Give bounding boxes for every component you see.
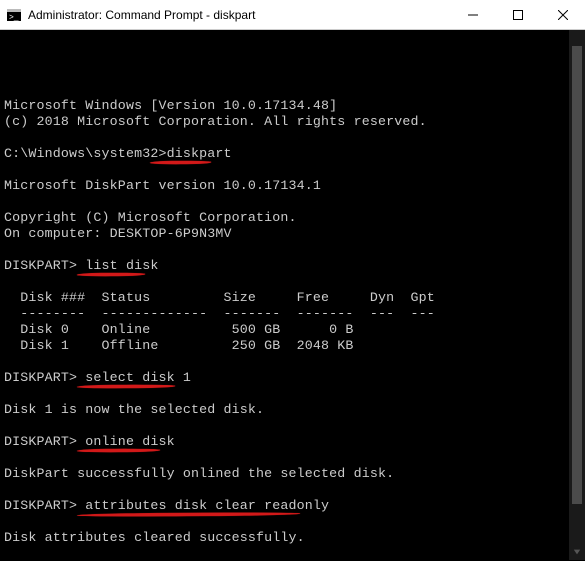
- terminal-line: Disk 1 Offline 250 GB 2048 KB: [4, 338, 585, 354]
- terminal-line: Microsoft DiskPart version 10.0.17134.1: [4, 178, 585, 194]
- terminal-line: DISKPART> attributes disk clear readonly: [4, 498, 585, 514]
- terminal-line: [4, 450, 585, 466]
- scrollbar-thumb[interactable]: [572, 46, 582, 504]
- terminal-line: [4, 386, 585, 402]
- terminal-line: [4, 546, 585, 561]
- close-button[interactable]: [540, 0, 585, 30]
- minimize-button[interactable]: [450, 0, 495, 30]
- terminal-line: [4, 354, 585, 370]
- terminal-line: [4, 162, 585, 178]
- terminal-line: C:\Windows\system32>diskpart: [4, 146, 585, 162]
- window-title: Administrator: Command Prompt - diskpart: [28, 8, 450, 22]
- window-titlebar: >_ Administrator: Command Prompt - diskp…: [0, 0, 585, 30]
- terminal-line: [4, 482, 585, 498]
- terminal-line: Disk 0 Online 500 GB 0 B: [4, 322, 585, 338]
- terminal-line: Copyright (C) Microsoft Corporation.: [4, 210, 585, 226]
- terminal-line: [4, 194, 585, 210]
- svg-text:>_: >_: [9, 13, 19, 22]
- terminal-line: [4, 514, 585, 530]
- terminal-line: DiskPart successfully onlined the select…: [4, 466, 585, 482]
- terminal-line: [4, 274, 585, 290]
- terminal-line: DISKPART> list disk: [4, 258, 585, 274]
- maximize-button[interactable]: [495, 0, 540, 30]
- scrollbar-track[interactable]: [569, 46, 585, 544]
- terminal-line: Disk attributes cleared successfully.: [4, 530, 585, 546]
- terminal-line: DISKPART> select disk 1: [4, 370, 585, 386]
- terminal-line: Disk 1 is now the selected disk.: [4, 402, 585, 418]
- terminal-line: DISKPART> online disk: [4, 434, 585, 450]
- app-icon: >_: [6, 7, 22, 23]
- scrollbar-down-arrow[interactable]: [569, 544, 585, 560]
- terminal-output[interactable]: Microsoft Windows [Version 10.0.17134.48…: [0, 30, 585, 561]
- terminal-line: On computer: DESKTOP-6P9N3MV: [4, 226, 585, 242]
- terminal-line: [4, 418, 585, 434]
- terminal-line: Disk ### Status Size Free Dyn Gpt: [4, 290, 585, 306]
- terminal-line: [4, 242, 585, 258]
- terminal-line: (c) 2018 Microsoft Corporation. All righ…: [4, 114, 585, 130]
- terminal-line: [4, 130, 585, 146]
- terminal-line: -------- ------------- ------- ------- -…: [4, 306, 585, 322]
- terminal-line: Microsoft Windows [Version 10.0.17134.48…: [4, 98, 585, 114]
- vertical-scrollbar[interactable]: [569, 30, 585, 560]
